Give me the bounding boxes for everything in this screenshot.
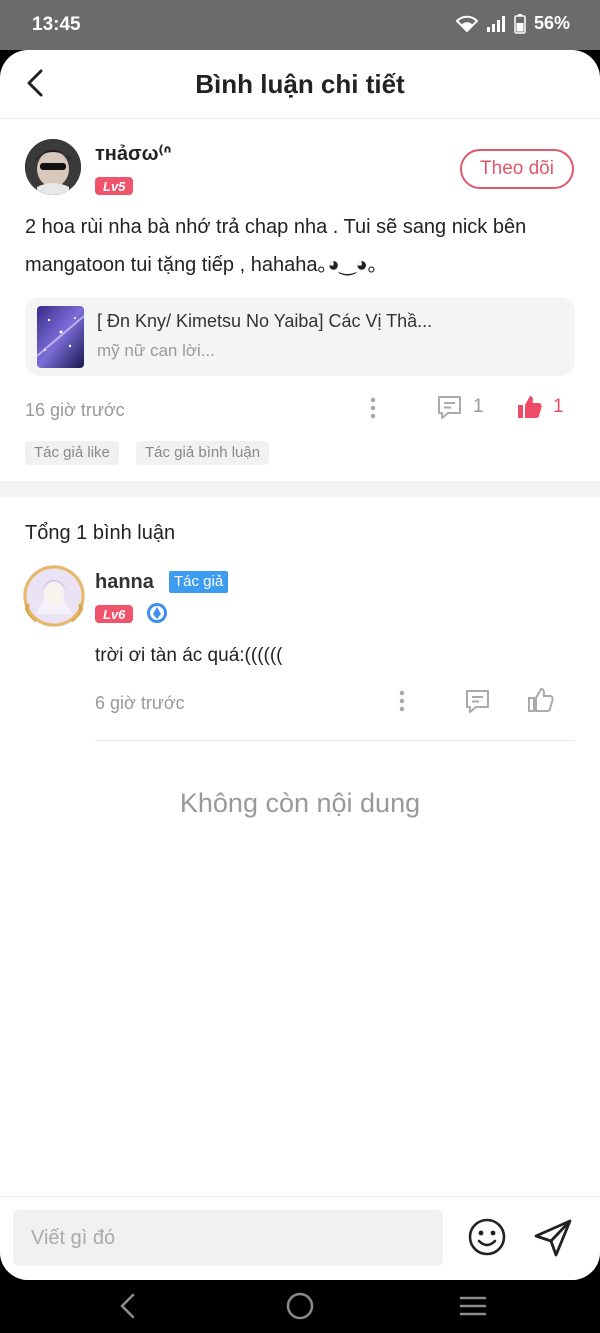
section-divider (0, 481, 600, 497)
more-options-icon[interactable] (392, 687, 412, 715)
work-cover-image (37, 306, 84, 368)
app-screen: Bình luận chi tiết ᴛʜảσω⁽ᐢ Lv5 Theo dõi … (0, 50, 600, 1280)
reply-divider (95, 740, 575, 741)
nav-recents-icon[interactable] (453, 1288, 493, 1324)
main-comment: ᴛʜảσω⁽ᐢ Lv5 Theo dõi 2 hoa rùi nha bà nh… (0, 119, 600, 481)
battery-percent: 56% (533, 13, 570, 33)
reply-count: 1 (473, 396, 484, 417)
status-icons: 56% (455, 13, 570, 34)
work-title: [ Đn Kny/ Kimetsu No Yaiba] Các Vị Thầ..… (97, 311, 433, 331)
like-count: 1 (553, 396, 564, 417)
replies-count-heading: Tổng 1 bình luận (25, 522, 176, 544)
header: Bình luận chi tiết (0, 50, 600, 119)
wifi-icon (455, 15, 478, 33)
author-liked-tag: Tác giả like (25, 441, 119, 465)
nav-home-icon[interactable] (280, 1288, 320, 1324)
verified-badge-icon (146, 602, 168, 624)
work-subtitle: mỹ nữ can lời... (97, 341, 215, 360)
comment-icon (438, 396, 461, 419)
more-options-icon[interactable] (363, 394, 383, 422)
level-badge: Lv5 (95, 177, 134, 195)
reply-item: hanna Tác giả Lv6 trời ơi tàn ác quá:(((… (0, 560, 600, 745)
work-link-card[interactable]: [ Đn Kny/ Kimetsu No Yaiba] Các Vị Thầ..… (25, 297, 575, 376)
avatar[interactable] (25, 139, 81, 195)
reply-comment-icon[interactable] (464, 688, 491, 719)
like-button[interactable]: 1 (516, 394, 564, 420)
comment-text: 2 hoa rùi nha bà nhớ trả chap nha . Tui … (25, 216, 527, 276)
signal-icon (486, 15, 506, 33)
author-replied-tag: Tác giả bình luận (136, 441, 270, 465)
system-nav-bar (0, 1280, 600, 1333)
nav-back-icon[interactable] (107, 1288, 147, 1324)
comment-input-bar (0, 1196, 600, 1280)
status-bar: 13:45 56% (0, 0, 600, 50)
reply-text: trời ơi tàn ác quá:(((((( (95, 645, 283, 666)
comment-time: 16 giờ trước (25, 400, 125, 420)
emoji-icon[interactable] (467, 1217, 507, 1257)
reply-time: 6 giờ trước (95, 693, 185, 713)
author-badge: Tác giả (169, 571, 229, 593)
thumbs-up-icon (518, 396, 542, 418)
send-icon[interactable] (532, 1217, 574, 1259)
status-time: 13:45 (32, 14, 81, 35)
comment-username[interactable]: ᴛʜảσω⁽ᐢ (95, 141, 171, 166)
avatar[interactable] (22, 564, 86, 628)
level-badge: Lv6 (95, 605, 134, 623)
comment-input[interactable] (13, 1210, 443, 1266)
battery-icon (514, 13, 526, 34)
reply-username[interactable]: hanna (95, 571, 154, 594)
reply-button[interactable]: 1 (436, 394, 484, 420)
thumbs-up-icon[interactable] (527, 687, 554, 718)
follow-button[interactable]: Theo dõi (460, 149, 574, 189)
page-title: Bình luận chi tiết (195, 69, 405, 99)
end-of-content-message: Không còn nội dung (179, 788, 421, 818)
